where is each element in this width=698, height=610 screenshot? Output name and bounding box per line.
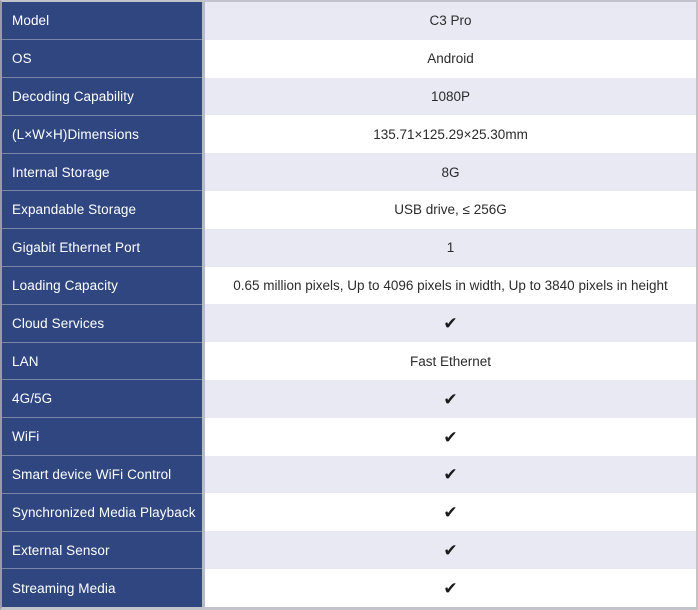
spec-label-cell: LAN <box>2 342 205 381</box>
spec-label-cell: WiFi <box>2 417 205 457</box>
spec-label-cell: Streaming Media <box>2 568 205 607</box>
table-row: LAN Fast Ethernet <box>2 342 696 381</box>
check-icon: ✔ <box>443 503 458 524</box>
table-row: Expandable Storage USB drive, ≤ 256G <box>2 190 696 230</box>
table-row: Synchronized Media Playback ✔ <box>2 493 696 532</box>
spec-label-cell: Cloud Services <box>2 304 205 343</box>
table-row: External Sensor ✔ <box>2 531 696 570</box>
spec-value-cell: 1 <box>203 228 696 267</box>
table-row: Loading Capacity 0.65 million pixels, Up … <box>2 266 696 305</box>
table-row: Streaming Media ✔ <box>2 568 696 607</box>
spec-label-cell: Internal Storage <box>2 153 205 192</box>
table-row: Internal Storage 8G <box>2 153 696 192</box>
spec-value-cell-check: ✔ <box>203 568 696 607</box>
spec-label-cell: OS <box>2 39 205 79</box>
spec-value-cell-check: ✔ <box>203 493 696 532</box>
spec-value-cell-check: ✔ <box>203 531 696 569</box>
spec-label-cell: Gigabit Ethernet Port <box>2 228 205 268</box>
table-row: WiFi ✔ <box>2 417 696 457</box>
check-icon: ✔ <box>443 578 458 599</box>
spec-label-cell: 4G/5G <box>2 379 205 419</box>
table-row: 4G/5G ✔ <box>2 379 696 419</box>
check-icon: ✔ <box>443 314 458 335</box>
spec-value-cell: 1080P <box>203 77 696 116</box>
table-row: Cloud Services ✔ <box>2 304 696 343</box>
check-icon: ✔ <box>443 541 458 562</box>
check-icon: ✔ <box>443 427 458 448</box>
table-row: Gigabit Ethernet Port 1 <box>2 228 696 268</box>
spec-value-cell: Fast Ethernet <box>203 342 696 380</box>
spec-label-cell: (L×W×H)Dimensions <box>2 115 205 154</box>
spec-value-cell: Android <box>203 39 696 78</box>
spec-value-cell-check: ✔ <box>203 417 696 456</box>
spec-value-cell: 135.71×125.29×25.30mm <box>203 115 696 154</box>
check-icon: ✔ <box>443 465 458 486</box>
table-row: Smart device WiFi Control ✔ <box>2 455 696 494</box>
spec-label-cell: Expandable Storage <box>2 190 205 230</box>
spec-label-cell: Loading Capacity <box>2 266 205 305</box>
spec-value-cell: 0.65 million pixels, Up to 4096 pixels i… <box>203 266 696 305</box>
spec-label-cell: Synchronized Media Playback <box>2 493 205 532</box>
specification-table: Model C3 Pro OS Android Decoding Capability 1… <box>2 2 696 607</box>
check-icon: ✔ <box>443 389 458 410</box>
spec-value-cell: C3 Pro <box>203 2 696 40</box>
spec-value-cell-check: ✔ <box>203 455 696 494</box>
table-row: Model C3 Pro <box>2 2 696 41</box>
spec-value-cell-check: ✔ <box>203 379 696 418</box>
spec-value-cell: USB drive, ≤ 256G <box>203 190 696 229</box>
spec-label-cell: Smart device WiFi Control <box>2 455 205 494</box>
spec-value-cell: 8G <box>203 153 696 191</box>
specification-table-container: Model C3 Pro OS Android Decoding Capability 1… <box>0 0 698 610</box>
table-row: OS Android <box>2 39 696 79</box>
spec-value-cell-check: ✔ <box>203 304 696 343</box>
spec-label-cell: Decoding Capability <box>2 77 205 116</box>
spec-label-cell: Model <box>2 2 205 41</box>
table-row: (L×W×H)Dimensions 135.71×125.29×25.30mm <box>2 115 696 154</box>
spec-label-cell: External Sensor <box>2 531 205 570</box>
specification-table-body: Model C3 Pro OS Android Decoding Capability 1… <box>2 2 696 607</box>
table-row: Decoding Capability 1080P <box>2 77 696 116</box>
